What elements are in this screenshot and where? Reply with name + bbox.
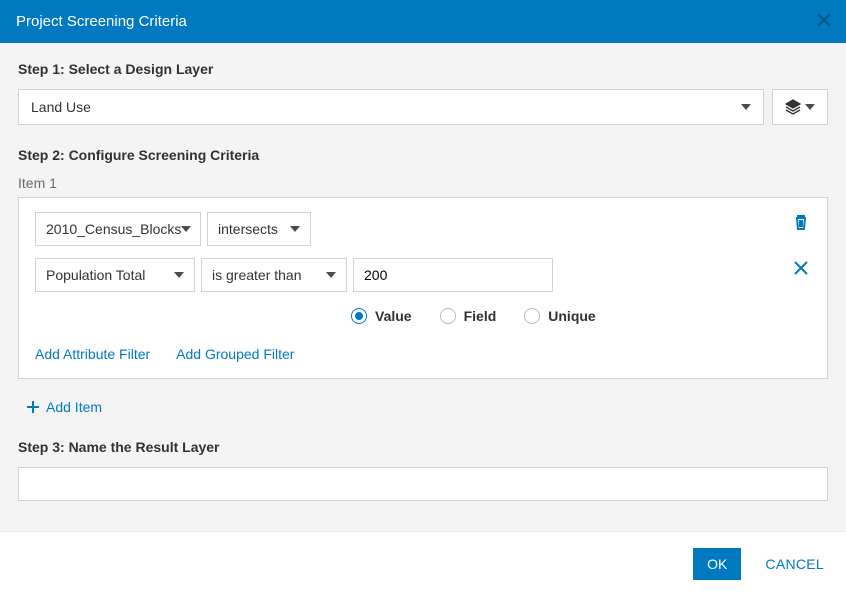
close-icon[interactable] [812, 8, 836, 36]
value-mode-field[interactable]: Field [440, 308, 497, 324]
step1-label: Step 1: Select a Design Layer [18, 61, 828, 77]
filter-value-input[interactable] [353, 258, 553, 292]
criteria-item-panel: 2010_Census_Blocks intersects Population… [18, 197, 828, 379]
value-mode-value[interactable]: Value [351, 308, 412, 324]
dialog-title: Project Screening Criteria [16, 13, 187, 30]
delete-item-button[interactable] [789, 210, 813, 237]
radio-icon [440, 308, 456, 324]
ok-button[interactable]: OK [693, 548, 741, 580]
filter-condition-select[interactable]: is greater than [201, 258, 347, 292]
step2-label: Step 2: Configure Screening Criteria [18, 147, 828, 163]
remove-filter-button[interactable] [789, 256, 813, 283]
chevron-down-icon [805, 99, 815, 115]
value-mode-unique[interactable]: Unique [524, 308, 595, 324]
filter-condition-value: is greater than [212, 267, 302, 283]
spatial-operator-select[interactable]: intersects [207, 212, 311, 246]
result-layer-name-input[interactable] [18, 467, 828, 501]
chevron-down-icon [741, 99, 751, 115]
plus-icon [26, 400, 40, 414]
filter-field-value: Population Total [46, 267, 145, 283]
spatial-operator-value: intersects [218, 221, 278, 237]
step3-label: Step 3: Name the Result Layer [18, 439, 828, 455]
add-item-link[interactable]: Add Item [26, 399, 102, 415]
radio-label: Value [375, 308, 412, 324]
design-layer-select[interactable]: Land Use [18, 89, 764, 125]
add-item-label: Add Item [46, 399, 102, 415]
add-grouped-filter-link[interactable]: Add Grouped Filter [176, 346, 294, 362]
chevron-down-icon [290, 221, 300, 237]
filter-field-select[interactable]: Population Total [35, 258, 195, 292]
layer-source-button[interactable] [772, 89, 828, 125]
criteria-layer-value: 2010_Census_Blocks [46, 221, 181, 237]
design-layer-value: Land Use [31, 99, 91, 115]
radio-label: Unique [548, 308, 595, 324]
criteria-layer-select[interactable]: 2010_Census_Blocks [35, 212, 201, 246]
cancel-button[interactable]: CANCEL [765, 556, 824, 572]
chevron-down-icon [326, 267, 336, 283]
radio-icon [351, 308, 367, 324]
item-title: Item 1 [18, 175, 828, 191]
add-attribute-filter-link[interactable]: Add Attribute Filter [35, 346, 150, 362]
radio-label: Field [464, 308, 497, 324]
radio-icon [524, 308, 540, 324]
chevron-down-icon [174, 267, 184, 283]
chevron-down-icon [181, 221, 191, 237]
